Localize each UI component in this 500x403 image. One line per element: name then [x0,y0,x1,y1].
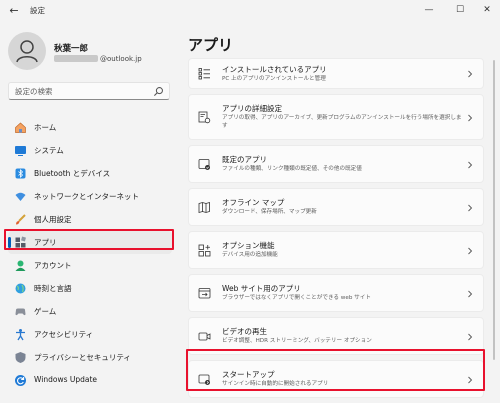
startup-highlight-box [186,349,485,391]
optional-features-icon [198,244,211,257]
default-apps-icon [198,159,210,170]
scrollbar[interactable] [493,60,495,360]
card-default-apps[interactable]: 既定のアプリ ファイルの種類、リンク種類の既定値、その他の既定値 [188,145,484,183]
sidebar-nav: ホーム システム Bluetooth とデバイス ネットワークとインターネット … [8,116,172,392]
shield-icon [15,352,26,363]
search-icon[interactable] [153,86,164,97]
card-offline-maps[interactable]: オフライン マップ ダウンロード、保存場所、マップ更新 [188,188,484,226]
sidebar-item-accounts[interactable]: アカウント [8,254,172,277]
back-arrow-icon[interactable]: ← [6,3,22,19]
chevron-right-icon [468,204,473,212]
close-button[interactable]: ✕ [478,2,496,18]
user-name: 秋葉一郎 [54,44,89,54]
redacted-email [54,55,98,62]
home-icon [15,122,26,133]
installed-apps-icon [198,68,210,80]
window-title: 設定 [30,6,45,15]
network-icon [15,192,26,201]
account-icon [15,260,26,271]
minimize-button[interactable]: — [420,2,438,18]
sidebar-item-system[interactable]: システム [8,139,172,162]
card-apps-for-websites[interactable]: Web サイト用のアプリ ブラウザーではなくアプリで開くことができる web サ… [188,274,484,312]
chevron-right-icon [468,247,473,255]
offline-maps-icon [198,201,210,214]
title-bar: ← 設定 — ☐ ✕ [0,0,500,22]
search-placeholder: 設定の検索 [15,87,53,96]
chevron-right-icon [468,161,473,169]
sidebar-item-gaming[interactable]: ゲーム [8,300,172,323]
page-title: アプリ [188,36,234,54]
bluetooth-icon [15,168,26,179]
sidebar-item-personalization[interactable]: 個人用設定 [8,208,172,231]
sidebar-item-network[interactable]: ネットワークとインターネット [8,185,172,208]
update-icon [15,375,26,386]
chevron-right-icon [468,70,473,78]
chevron-right-icon [468,333,473,341]
card-optional-features[interactable]: オプション機能 デバイス用の追加機能 [188,231,484,269]
chevron-right-icon [468,114,473,122]
card-advanced-app-settings[interactable]: アプリの詳細設定 アプリの取得、アプリのアーカイブ、更新プログラムのアンインスト… [188,94,484,140]
sidebar-item-home[interactable]: ホーム [8,116,172,139]
sidebar-item-privacy-security[interactable]: プライバシーとセキュリティ [8,346,172,369]
avatar [8,32,46,70]
game-icon [15,308,26,316]
video-playback-icon [198,332,211,341]
sidebar-item-windows-update[interactable]: Windows Update [8,369,172,392]
card-installed-apps[interactable]: インストールされているアプリ PC 上のアプリのアンインストールと管理 [188,58,484,89]
user-profile[interactable]: 秋葉一郎 @outlook.jp [8,32,178,72]
sidebar-item-time-language[interactable]: 時刻と言語 [8,277,172,300]
chevron-right-icon [468,290,473,298]
brush-icon [16,214,26,225]
system-icon [15,146,26,156]
apps-highlight-box [4,229,174,250]
advanced-settings-icon [198,111,211,124]
accessibility-icon [16,329,25,341]
search-input[interactable]: 設定の検索 [8,82,170,100]
globe-icon [15,283,26,294]
sidebar-item-bluetooth[interactable]: Bluetooth とデバイス [8,162,172,185]
web-apps-icon [198,288,211,299]
user-email: @outlook.jp [54,55,142,63]
person-icon [16,40,38,63]
maximize-button[interactable]: ☐ [451,2,469,18]
sidebar-item-accessibility[interactable]: アクセシビリティ [8,323,172,346]
